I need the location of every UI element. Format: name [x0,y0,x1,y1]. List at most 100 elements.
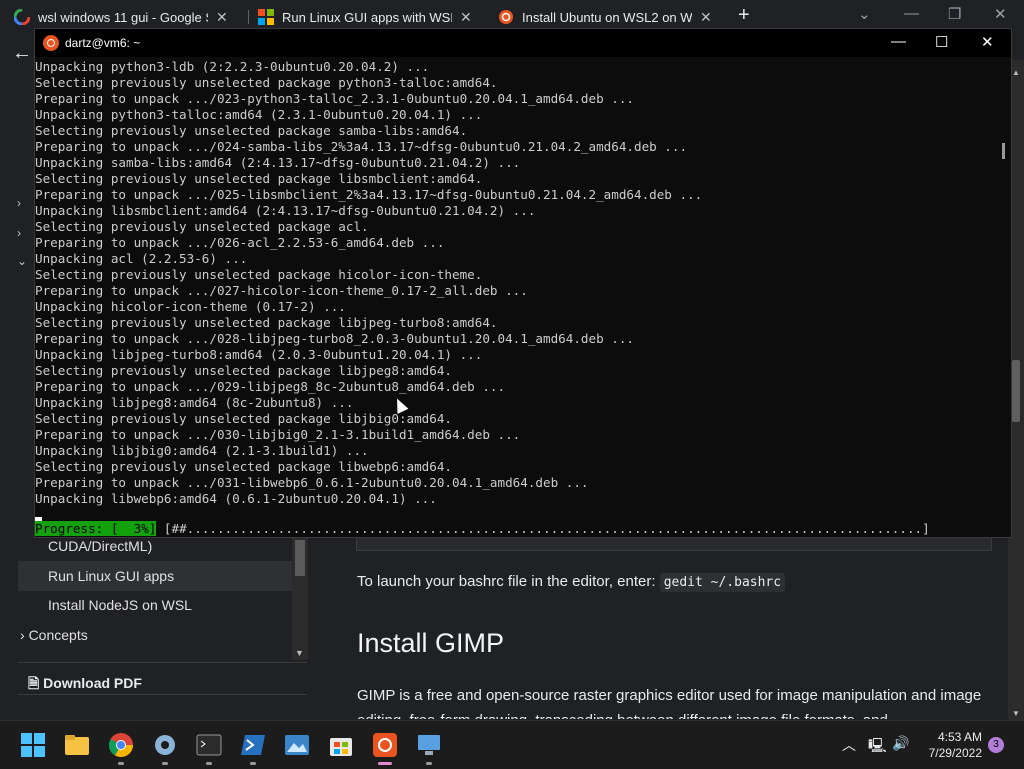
minimize-icon[interactable]: — [904,5,919,22]
terminal-title: dartz@vm6: ~ [65,36,141,50]
google-icon [14,9,30,25]
terminal-line: Preparing to unpack .../027-hicolor-icon… [35,283,528,298]
photos-icon[interactable] [284,732,310,758]
paragraph-text: To launch your bashrc file in the editor… [357,573,660,590]
running-indicator [250,762,256,765]
chevron-right-icon[interactable]: › [17,226,21,240]
ubuntu-app-icon[interactable] [372,732,398,758]
inline-code: gedit ~/.bashrc [659,573,786,592]
chevron-up-icon[interactable]: ︿ [842,735,856,755]
scroll-down-icon[interactable]: ▼ [1012,709,1020,718]
progress-bar-text: [##.....................................… [156,521,930,536]
sidebar-item-cuda[interactable]: CUDA/DirectML) [48,538,152,554]
windows-start-icon[interactable] [20,732,46,758]
divider [18,694,307,695]
terminal-titlebar[interactable]: dartz@vm6: ~ — ☐ ✕ [35,29,1011,57]
tab-close-icon[interactable]: ✕ [460,9,472,26]
network-icon[interactable]: 🖳 [868,735,887,759]
running-indicator [118,762,124,765]
terminal-line: Preparing to unpack .../031-libwebp6_0.6… [35,475,589,490]
terminal-line: Selecting previously unselected package … [35,123,468,138]
terminal-line: Preparing to unpack .../025-libsmbclient… [35,187,703,202]
terminal-line: Selecting previously unselected package … [35,315,498,330]
tab-title: wsl windows 11 gui - Google Sea [38,9,208,25]
divider [18,662,307,663]
terminal-line: Selecting previously unselected package … [35,75,498,90]
terminal-line: Selecting previously unselected package … [35,363,453,378]
running-indicator [206,762,212,765]
terminal-line: Unpacking libjpeg8:amd64 (8c-2ubuntu8) .… [35,395,354,410]
terminal-line: Unpacking acl (2.2.53-6) ... [35,251,248,266]
scrollbar-thumb[interactable] [1002,143,1005,159]
chevron-right-icon[interactable]: › [17,196,21,210]
terminal-line: Unpacking hicolor-icon-theme (0.17-2) ..… [35,299,346,314]
notification-badge[interactable]: 3 [988,737,1004,753]
tab-google-search[interactable]: wsl windows 11 gui - Google Sea ✕ [0,4,228,30]
terminal-app-icon[interactable] [196,732,222,758]
maximize-icon[interactable]: ☐ [935,33,948,51]
volume-icon[interactable]: 🔊 [892,735,909,752]
tab-install-ubuntu[interactable]: Install Ubuntu on WSL2 on Wind ✕ [484,4,712,30]
active-indicator [378,762,392,765]
taskbar-clock[interactable]: 4:53 AM 7/29/2022 [920,729,982,761]
terminal-window[interactable]: dartz@vm6: ~ — ☐ ✕ Unpacking python3-ldb… [34,28,1012,538]
download-pdf-label: Download PDF [43,675,142,691]
terminal-line: Unpacking samba-libs:amd64 (2:4.13.17~df… [35,155,521,170]
clock-time: 4:53 AM [937,730,982,744]
close-icon[interactable]: ✕ [994,5,1007,23]
terminal-line: Unpacking libjpeg-turbo8:amd64 (2.0.3-0u… [35,347,483,362]
progress-label: Progress: [ 3%] [35,521,157,536]
microsoft-icon [258,9,274,25]
ubuntu-icon [43,35,59,51]
paragraph: GIMP is a free and open-source raster gr… [357,687,982,719]
new-tab-button[interactable]: + [738,4,750,27]
remote-desktop-icon[interactable] [416,732,442,758]
scrollbar-thumb[interactable] [1012,360,1020,422]
terminal-line: Preparing to unpack .../026-acl_2.2.53-6… [35,235,445,250]
tab-close-icon[interactable]: ✕ [700,9,712,26]
sidebar-item-nodejs[interactable]: Install NodeJS on WSL [48,597,192,613]
ubuntu-icon [499,10,513,24]
pdf-icon: 🗎 [28,675,40,691]
scrollbar-thumb[interactable] [295,540,305,576]
sidebar-item-label: Concepts [28,627,88,643]
apt-progress: Progress: [ 3%] [##.....................… [35,521,930,537]
terminal-line: Preparing to unpack .../030-libjbig0_2.1… [35,427,521,442]
scroll-up-icon[interactable]: ▲ [1012,68,1020,77]
chevron-down-icon[interactable]: ⌄ [858,5,871,23]
terminal-line: Preparing to unpack .../028-libjpeg-turb… [35,331,634,346]
terminal-output[interactable]: Unpacking python3-ldb (2:2.2.3-0ubuntu0.… [35,59,1001,537]
terminal-line: Unpacking libjbig0:amd64 (2.1-3.1build1)… [35,443,369,458]
chrome-icon[interactable] [108,732,134,758]
chevron-right-icon: › [20,627,25,643]
terminal-line: Unpacking libwebp6:amd64 (0.6.1-2ubuntu0… [35,491,437,506]
running-indicator [426,762,432,765]
sidebar-scrollbar[interactable]: ▼ [292,520,308,660]
terminal-line: Selecting previously unselected package … [35,411,453,426]
sidebar-item-run-linux-gui[interactable]: Run Linux GUI apps [48,568,174,584]
tab-title: Install Ubuntu on WSL2 on Wind [522,9,692,25]
terminal-line: Preparing to unpack .../024-samba-libs_2… [35,139,688,154]
terminal-line: Selecting previously unselected package … [35,171,483,186]
scroll-down-icon[interactable]: ▼ [295,648,304,658]
settings-icon[interactable] [152,732,178,758]
terminal-line: Preparing to unpack .../023-python3-tall… [35,91,634,106]
sidebar-item-concepts[interactable]: › Concepts [20,627,88,643]
file-explorer-icon[interactable] [64,732,90,758]
tab-run-linux-gui[interactable]: Run Linux GUI apps with WSL | M ✕ [244,4,472,30]
back-arrow-icon[interactable]: ← [12,42,32,65]
running-indicator [162,762,168,765]
chevron-down-icon[interactable]: ⌄ [17,254,27,268]
powershell-icon[interactable] [240,732,266,758]
terminal-line: Preparing to unpack .../029-libjpeg8_8c-… [35,379,506,394]
close-icon[interactable]: ✕ [981,33,994,51]
section-heading: Install GIMP [357,628,505,658]
tab-close-icon[interactable]: ✕ [216,9,228,26]
terminal-line: Selecting previously unselected package … [35,219,369,234]
store-icon[interactable] [328,732,354,758]
tab-title: Run Linux GUI apps with WSL | M [282,9,452,25]
minimize-icon[interactable]: — [891,33,906,50]
terminal-line: Unpacking python3-ldb (2:2.2.3-0ubuntu0.… [35,59,430,74]
terminal-scrollbar[interactable] [997,59,1011,537]
restore-icon[interactable]: ❐ [948,5,961,23]
